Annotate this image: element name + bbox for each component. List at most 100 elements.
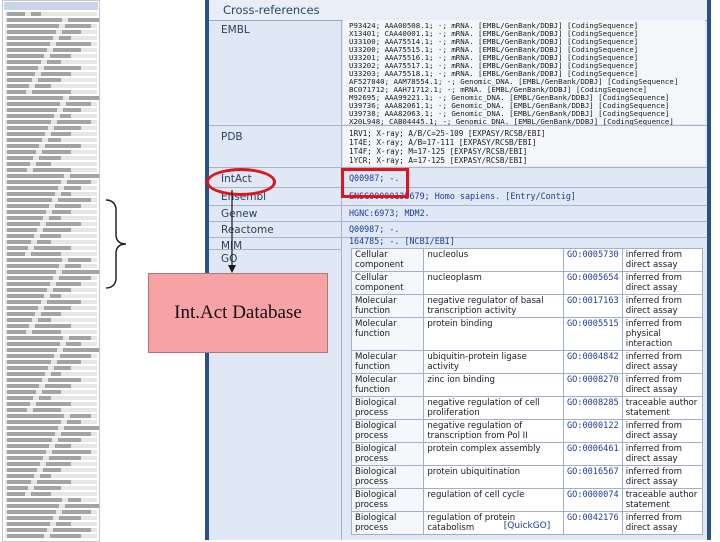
go-id-link[interactable]: GO:0005730: [562, 248, 623, 272]
go-id-link[interactable]: GO:0008270: [562, 373, 623, 397]
go-category: Biological process: [350, 442, 425, 466]
thumbnail-row: [5, 474, 97, 478]
intact-value-highlight: [341, 168, 409, 198]
thumbnail-row: [5, 54, 97, 58]
thumbnail-row: [5, 510, 97, 514]
thumbnail-row: [5, 342, 97, 346]
thumbnail-row: [5, 264, 97, 268]
go-evidence: inferred from direct assay: [621, 419, 704, 443]
thumbnail-row: [5, 288, 97, 292]
go-row: Molecular function protein binding GO:0005…: [350, 317, 704, 351]
go-evidence: inferred from direct assay: [621, 271, 704, 295]
thumbnail-row: [5, 486, 97, 490]
go-term: protein complex assembly: [423, 442, 564, 466]
thumbnail-row: [5, 114, 97, 118]
thumbnail-row: [5, 90, 97, 94]
go-id-link[interactable]: GO:0008285: [562, 396, 623, 420]
thumbnail-row: [5, 12, 97, 16]
thumbnail-row: [5, 504, 99, 508]
thumbnail-row: [5, 432, 97, 436]
thumbnail-row: [5, 138, 97, 142]
thumbnail-row: [5, 270, 99, 274]
go-category: Biological process: [350, 419, 425, 443]
pdb-entry[interactable]: 1YCR; X-ray; A=17-125 [EXPASY/RCSB/EBI]: [349, 156, 699, 165]
thumbnail-row: [5, 216, 97, 220]
thumbnail-row: [5, 318, 97, 322]
thumbnail-row: [5, 252, 97, 256]
go-id-link[interactable]: GO:0004842: [562, 350, 623, 374]
thumbnail-row: [5, 402, 97, 406]
go-id-link[interactable]: GO:0017163: [562, 294, 623, 318]
mim-link[interactable]: 164785; -. [NCBI/EBI]: [349, 236, 699, 247]
thumbnail-row: [5, 186, 97, 190]
go-id-link[interactable]: GO:0000122: [562, 419, 623, 443]
go-row: Molecular function ubiquitin-protein liga…: [350, 350, 704, 374]
thumbnail-row: [5, 330, 97, 334]
thumbnail-row: [5, 222, 97, 226]
thumbnail-row: [5, 300, 97, 304]
thumbnail-row: [5, 276, 97, 280]
go-category: Biological process: [350, 488, 425, 512]
go-term: protein binding: [423, 317, 564, 351]
pdb-entry[interactable]: 1T4E; X-ray; A/B=17-111 [EXPASY/RCSB/EBI…: [349, 138, 699, 147]
thumbnail-row: [5, 390, 97, 394]
go-evidence: inferred from direct assay: [621, 248, 704, 272]
cross-references-panel: Cross-references EMBL P93424; AAA00508.1…: [205, 0, 711, 540]
genew-link[interactable]: HGNC:6973; MDM2.: [349, 208, 699, 219]
thumbnail-row: [5, 534, 97, 538]
thumbnail-row: [5, 336, 97, 340]
thumbnail-row: [5, 234, 97, 238]
thumbnail-row: [5, 192, 97, 196]
reactome-link[interactable]: Q00987; -.: [349, 224, 699, 235]
go-evidence: inferred from physical interaction: [621, 317, 704, 351]
intact-database-callout: Int.Act Database: [148, 273, 328, 353]
thumbnail-row: [5, 162, 97, 166]
go-category: Molecular function: [350, 317, 425, 351]
section-title: Cross-references: [223, 3, 320, 17]
go-id-link[interactable]: GO:0006461: [562, 442, 623, 466]
go-id-link[interactable]: GO:0005515: [562, 317, 623, 351]
thumbnail-row: [5, 102, 97, 106]
go-row: Biological process negative regulation of…: [350, 396, 704, 420]
pdb-entry[interactable]: 1RV1; X-ray; A/B/C=25-109 [EXPASY/RCSB/E…: [349, 129, 699, 138]
thumbnail-row: [5, 414, 97, 418]
thumbnail-row: [5, 444, 97, 448]
thumbnail-row: [5, 144, 97, 148]
go-row: Molecular function negative regulator of …: [350, 294, 704, 318]
thumbnail-row: [5, 408, 97, 412]
go-row: Biological process protein complex assemb…: [350, 442, 704, 466]
thumbnail-row: [5, 204, 97, 208]
go-category: Cellular component: [350, 248, 425, 272]
go-category: Molecular function: [350, 294, 425, 318]
thumbnail-row: [5, 294, 97, 298]
go-id-link[interactable]: GO:0016567: [562, 465, 623, 489]
thumbnail-row: [5, 48, 97, 52]
divider: [209, 167, 707, 168]
go-evidence: inferred from direct assay: [621, 465, 704, 489]
quickgo-link[interactable]: [QuickGO]: [351, 521, 703, 531]
go-row: Biological process regulation of cell cyc…: [350, 488, 704, 512]
thumbnail-row: [5, 426, 99, 430]
go-term: nucleoplasm: [423, 271, 564, 295]
pdb-entry[interactable]: 1T4F; X-ray; M=17-125 [EXPASY/RCSB/EBI]: [349, 147, 699, 156]
reactome-label: Reactome: [221, 224, 274, 236]
divider: [209, 249, 341, 250]
thumbnail-header: [4, 2, 98, 10]
thumbnail-row: [5, 480, 97, 484]
go-label: GO: [221, 253, 238, 265]
thumbnail-row: [5, 306, 97, 310]
thumbnail-row: [5, 84, 97, 88]
embl-label: EMBL: [221, 24, 250, 36]
thumbnail-row: [5, 438, 97, 442]
go-evidence: inferred from direct assay: [621, 373, 704, 397]
go-evidence: traceable author statement: [621, 396, 704, 420]
thumbnail-row: [5, 156, 97, 160]
go-id-link[interactable]: GO:0005654: [562, 271, 623, 295]
thumbnail-row: [5, 198, 97, 202]
go-evidence: inferred from direct assay: [621, 442, 704, 466]
thumbnail-row: [5, 24, 97, 28]
thumbnail-row: [5, 60, 97, 64]
go-row: Cellular component nucleolus GO:0005730 inf…: [350, 248, 704, 272]
thumbnail-row: [5, 378, 97, 382]
go-id-link[interactable]: GO:0000074: [562, 488, 623, 512]
